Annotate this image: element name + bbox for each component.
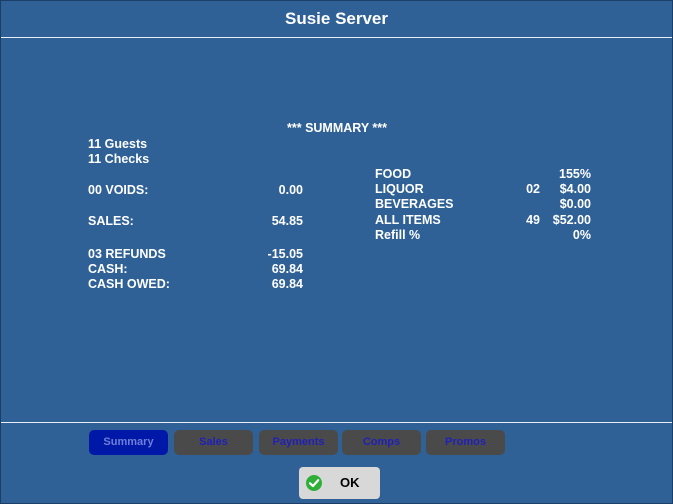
sales-label: SALES: xyxy=(88,214,134,228)
cash-owed-label: CASH OWED: xyxy=(88,277,170,291)
voids-value: 0.00 xyxy=(278,183,303,197)
cash-owed-value: 69.84 xyxy=(271,277,303,291)
refunds-label: 03 REFUNDS xyxy=(88,247,166,261)
category-value: 0% xyxy=(572,228,591,242)
divider xyxy=(1,422,672,423)
checks-count: 11 Checks xyxy=(88,152,150,166)
cash-value: 69.84 xyxy=(271,262,303,276)
category-value: $0.00 xyxy=(559,197,591,211)
summary-window: Susie Server *** SUMMARY *** 11 Guests 1… xyxy=(0,0,673,504)
tab-promos[interactable]: Promos xyxy=(426,430,505,455)
refunds-value: -15.05 xyxy=(267,247,303,261)
sales-value: 54.85 xyxy=(271,214,303,228)
window-title: Susie Server xyxy=(1,1,672,38)
ok-button[interactable]: OK xyxy=(299,467,380,499)
tab-sales[interactable]: Sales xyxy=(174,430,253,455)
ok-label: OK xyxy=(340,475,360,490)
category-label: FOOD xyxy=(375,167,412,181)
tab-payments[interactable]: Payments xyxy=(259,430,338,455)
guests-count: 11 Guests xyxy=(88,137,148,151)
category-count: 02 xyxy=(526,182,540,196)
category-count: 49 xyxy=(526,213,540,227)
voids-label: 00 VOIDS: xyxy=(88,183,149,197)
cash-label: CASH: xyxy=(88,262,128,276)
category-label: LIQUOR xyxy=(375,182,424,196)
category-label: BEVERAGES xyxy=(375,197,454,211)
tab-comps[interactable]: Comps xyxy=(342,430,421,455)
category-value: $4.00 xyxy=(559,182,591,196)
category-value: $52.00 xyxy=(552,213,591,227)
category-label: ALL ITEMS xyxy=(375,213,441,227)
checkmark-icon xyxy=(306,475,322,491)
category-label: Refill % xyxy=(375,228,421,242)
summary-heading: *** SUMMARY *** xyxy=(287,121,388,135)
category-value: 155% xyxy=(559,167,591,181)
tab-summary[interactable]: Summary xyxy=(89,430,168,455)
